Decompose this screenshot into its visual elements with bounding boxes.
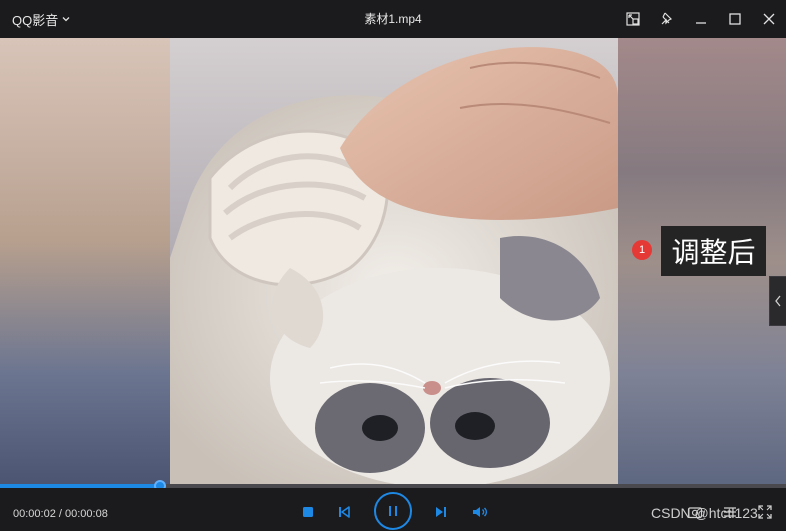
- pause-button[interactable]: [374, 492, 412, 530]
- time-display: 00:00:02 / 00:00:08: [13, 508, 108, 520]
- app-menu-label: QQ影音: [12, 12, 59, 28]
- close-button[interactable]: [752, 0, 786, 38]
- playlist-toggle-button[interactable]: [769, 276, 786, 326]
- video-frame-image: [170, 38, 618, 486]
- minimize-icon: [696, 22, 706, 24]
- stop-button[interactable]: [298, 502, 318, 522]
- maximize-button[interactable]: [718, 0, 752, 38]
- screenshot-button[interactable]: [686, 503, 704, 521]
- maximize-icon: [729, 13, 741, 25]
- time-separator: /: [55, 508, 65, 520]
- minimize-button[interactable]: [684, 0, 718, 38]
- pause-icon: [389, 506, 397, 516]
- annotation-label: 调整后: [661, 226, 766, 276]
- player-window: QQ影音 素材1.mp4 1 调整后 00:00:02 / 00:00:08 C…: [0, 0, 786, 531]
- control-bar: 00:00:02 / 00:00:08 CSDN @htctl123: [0, 488, 786, 531]
- video-frame: [170, 38, 618, 486]
- pin-icon: [661, 12, 673, 25]
- fullscreen-button[interactable]: [756, 503, 774, 521]
- playlist-icon: [724, 507, 736, 517]
- volume-button[interactable]: [470, 502, 490, 522]
- stop-icon: [303, 507, 313, 517]
- app-menu-button[interactable]: QQ影音: [12, 9, 71, 29]
- volume-icon: [473, 507, 488, 517]
- fullscreen-icon: [758, 505, 772, 519]
- annotation-badge: 1: [632, 240, 652, 260]
- chevron-left-icon: [775, 295, 781, 307]
- mini-mode-button[interactable]: [616, 0, 650, 38]
- previous-icon: [339, 506, 350, 518]
- next-icon: [436, 507, 446, 517]
- playlist-button[interactable]: [721, 503, 739, 521]
- window-controls: [616, 0, 786, 38]
- current-time: 00:00:02: [13, 508, 56, 520]
- pin-button[interactable]: [650, 0, 684, 38]
- chevron-down-icon: [62, 17, 70, 22]
- close-icon: [763, 13, 775, 25]
- total-time: 00:00:08: [65, 508, 108, 520]
- blurred-background-left: [0, 38, 170, 486]
- screenshot-icon: [687, 507, 703, 519]
- mini-mode-icon: [626, 12, 640, 26]
- title-bar[interactable]: QQ影音 素材1.mp4: [0, 0, 786, 38]
- next-button[interactable]: [431, 502, 451, 522]
- watermark: CSDN @htctl123: [651, 505, 758, 521]
- previous-button[interactable]: [334, 502, 354, 522]
